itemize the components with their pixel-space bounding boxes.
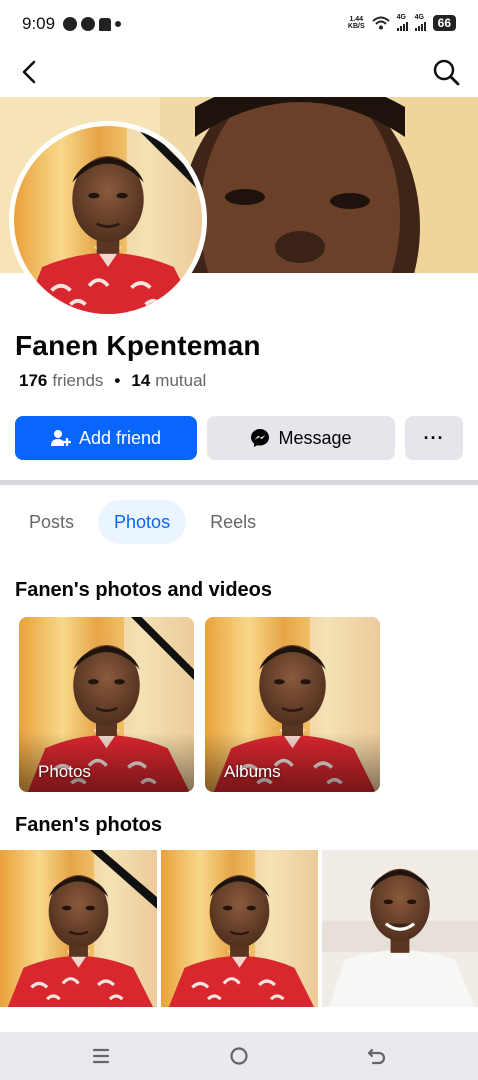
notification-dot-icon bbox=[115, 21, 122, 27]
album-albums[interactable]: Albums bbox=[205, 617, 380, 792]
album-photos[interactable]: Photos bbox=[19, 617, 194, 792]
signal-1-label: 4G bbox=[396, 14, 406, 21]
friends-summary[interactable]: 176 friends • 14 mutual bbox=[19, 371, 206, 391]
profile-tabs: Posts Photos Reels bbox=[13, 500, 272, 544]
album-photos-label: Photos bbox=[38, 762, 91, 781]
recent-apps-icon[interactable] bbox=[89, 1044, 113, 1068]
separator-dot: • bbox=[114, 371, 121, 390]
friends-label: friends bbox=[52, 371, 104, 390]
mutual-count: 14 bbox=[131, 371, 151, 390]
tab-posts[interactable]: Posts bbox=[13, 500, 90, 544]
tab-photos[interactable]: Photos bbox=[98, 500, 187, 544]
network-speed: 1.44 KB/S bbox=[348, 16, 365, 30]
battery-indicator: 66 bbox=[432, 14, 456, 31]
status-time: 9:09 bbox=[22, 14, 56, 33]
mourning-ribbon-icon bbox=[134, 126, 202, 194]
mourning-ribbon-icon bbox=[90, 850, 157, 909]
photo-thumbnail[interactable] bbox=[322, 850, 478, 1007]
status-bar: 9:09 1.44 KB/S 4G 4G 66 bbox=[0, 0, 478, 48]
signal-2: 4G bbox=[414, 14, 426, 31]
signal-bars-icon bbox=[414, 21, 426, 31]
profile-name: Fanen Kpenteman bbox=[15, 330, 261, 361]
network-speed-unit: KB/S bbox=[347, 22, 365, 30]
message-button[interactable]: Message bbox=[207, 416, 395, 460]
photo-thumbnail[interactable] bbox=[161, 850, 318, 1007]
whatsapp-icon bbox=[63, 17, 78, 31]
photos-and-videos-title: Fanen's photos and videos bbox=[15, 579, 273, 601]
tab-reels[interactable]: Reels bbox=[194, 500, 272, 544]
network-speed-value: 1.44 bbox=[349, 15, 364, 23]
search-icon[interactable] bbox=[430, 56, 462, 88]
signal-1: 4G bbox=[396, 14, 408, 31]
system-nav-bar bbox=[0, 1032, 478, 1080]
add-friend-label: Add friend bbox=[78, 427, 162, 448]
more-options-button[interactable]: ··· bbox=[405, 416, 463, 460]
album-albums-label: Albums bbox=[224, 762, 281, 781]
photos-title: Fanen's photos bbox=[15, 814, 162, 836]
profile-avatar[interactable] bbox=[9, 121, 207, 319]
status-right: 1.44 KB/S 4G 4G 66 bbox=[348, 14, 456, 31]
add-person-icon bbox=[50, 430, 71, 446]
top-nav bbox=[0, 48, 478, 96]
messenger-icon bbox=[81, 17, 96, 31]
add-friend-button[interactable]: Add friend bbox=[15, 416, 197, 460]
back-icon[interactable] bbox=[365, 1044, 389, 1068]
back-chevron-icon[interactable] bbox=[14, 56, 46, 88]
photo-thumbnail[interactable] bbox=[0, 850, 157, 1007]
section-divider bbox=[0, 480, 478, 485]
more-options-icon: ··· bbox=[423, 427, 445, 448]
friends-count: 176 bbox=[19, 371, 48, 390]
home-icon[interactable] bbox=[227, 1044, 251, 1068]
signal-2-label: 4G bbox=[414, 14, 424, 21]
mutual-label: mutual bbox=[155, 371, 207, 390]
messenger-icon bbox=[251, 429, 270, 447]
wifi-icon bbox=[371, 16, 390, 29]
notification-icons bbox=[63, 17, 122, 31]
contact-icon bbox=[99, 17, 112, 31]
signal-bars-icon bbox=[396, 21, 408, 31]
message-label: Message bbox=[278, 427, 352, 448]
profile-actions: Add friend Message ··· bbox=[15, 416, 463, 460]
